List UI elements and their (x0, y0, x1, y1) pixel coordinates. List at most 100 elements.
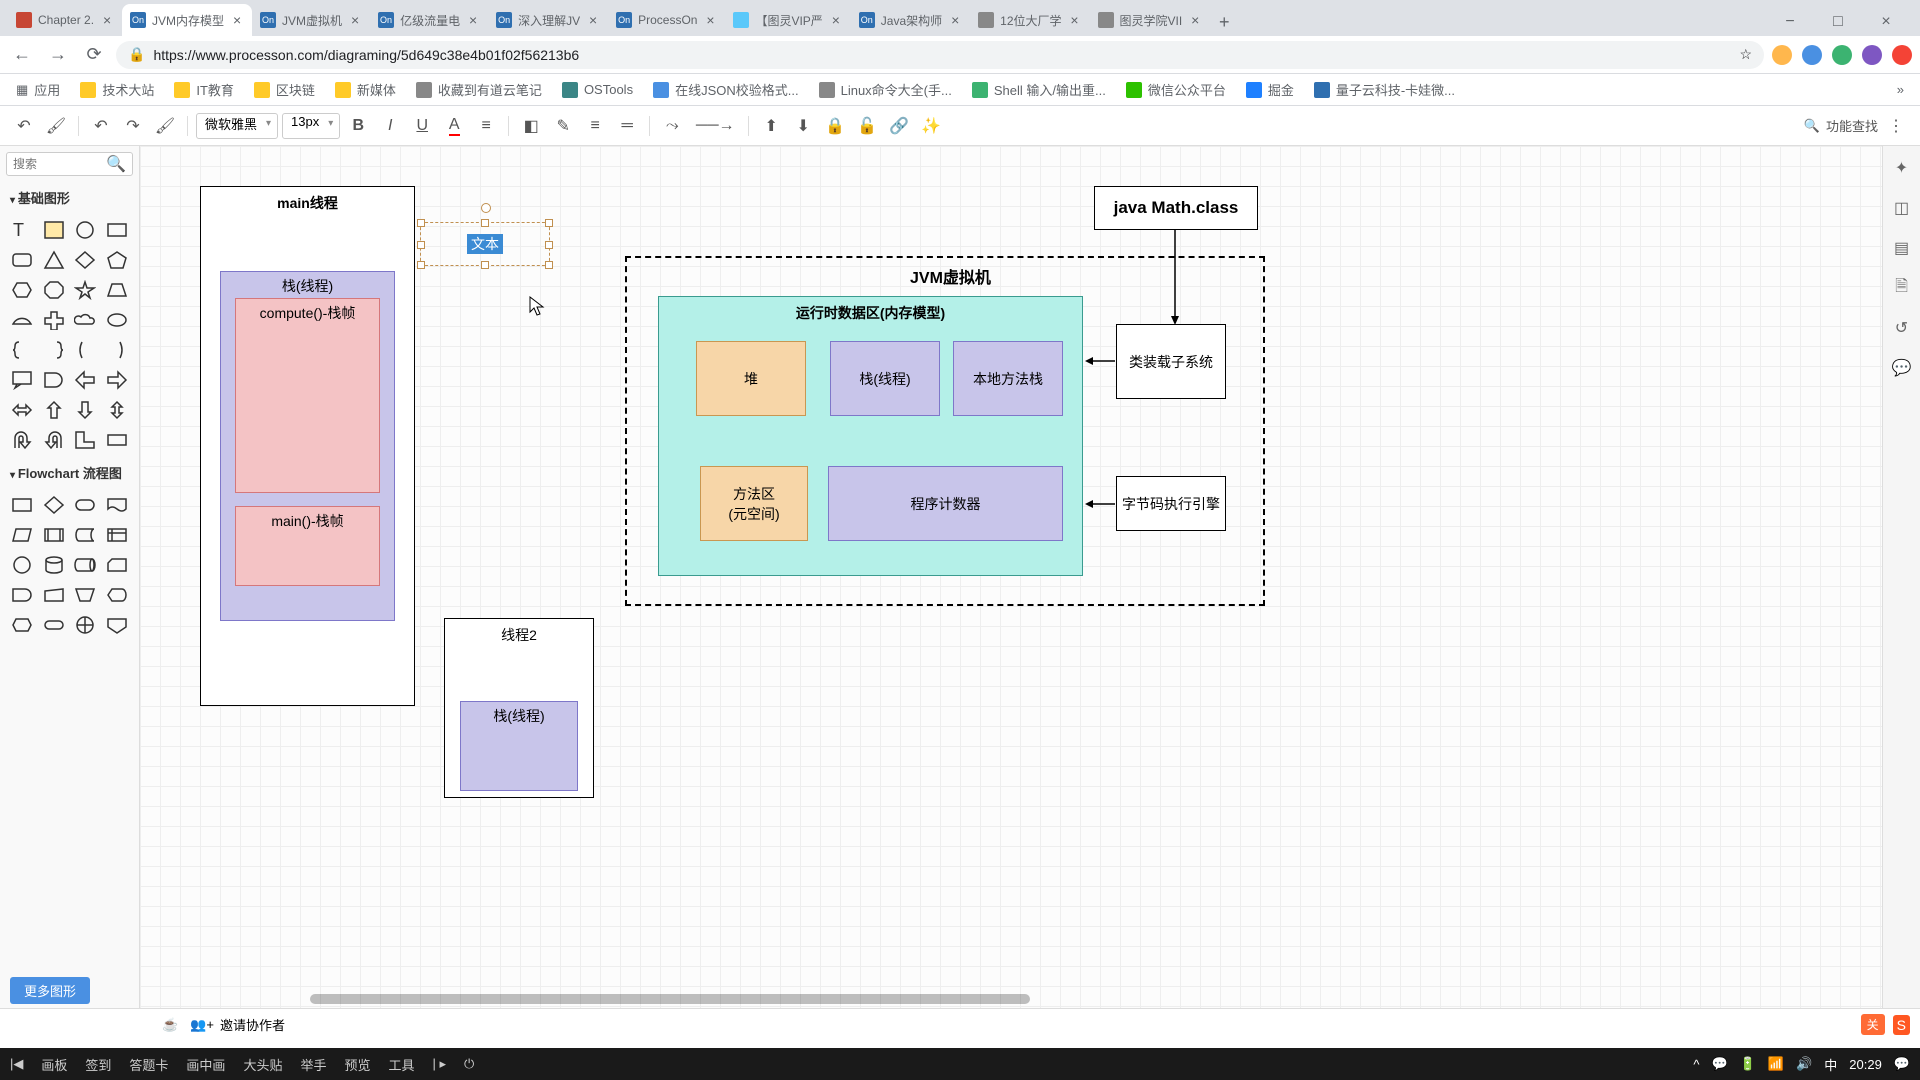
shape-or[interactable] (72, 612, 100, 638)
connector-style-button[interactable]: ⤳ (658, 112, 686, 140)
tray-icon[interactable]: 🔊 (1796, 1056, 1812, 1072)
selection-box[interactable]: 文本 (420, 222, 550, 266)
shape-chord[interactable] (8, 307, 36, 333)
shape-rect[interactable] (103, 427, 131, 453)
page-icon[interactable]: 🗎 (1890, 276, 1914, 300)
bookmark-overflow[interactable]: » (1889, 78, 1912, 101)
shape-uturn[interactable] (8, 427, 36, 453)
close-button[interactable]: × (1872, 8, 1900, 36)
taskbar-item[interactable]: 大头贴 (243, 1055, 282, 1074)
taskbar-item[interactable]: 答题卡 (129, 1055, 168, 1074)
forward-button[interactable]: → (44, 41, 72, 69)
category-flowchart[interactable]: Flowchart 流程图 (0, 457, 139, 488)
shape-corner[interactable] (72, 427, 100, 453)
magic-button[interactable]: ✨ (917, 112, 945, 140)
shape-octagon[interactable] (40, 277, 68, 303)
taskbar-prev[interactable]: |◀ (10, 1056, 23, 1072)
star-icon[interactable]: ☆ (1739, 46, 1752, 63)
extension-icon[interactable] (1802, 45, 1822, 65)
bookmark-link[interactable]: 在线JSON校验格式... (645, 76, 807, 103)
close-icon[interactable]: × (466, 13, 480, 27)
bookmark-link[interactable]: 收藏到有道云笔记 (408, 76, 550, 103)
shape-delay[interactable] (8, 582, 36, 608)
shape-brace[interactable] (8, 337, 36, 363)
taskbar-item[interactable]: 工具 (388, 1055, 414, 1074)
resize-handle[interactable] (481, 261, 489, 269)
shape-arrow-up[interactable] (40, 397, 68, 423)
shape-star[interactable] (72, 277, 100, 303)
shape-bracket[interactable] (103, 337, 131, 363)
shape-note[interactable] (40, 217, 68, 243)
diagram-box[interactable]: 栈(线程) (460, 701, 578, 791)
browser-tab[interactable]: Chapter 2.× (8, 4, 122, 36)
browser-tab[interactable]: 12位大厂学× (970, 4, 1089, 36)
rotate-handle[interactable] (481, 203, 491, 213)
diagram-box[interactable]: main()-栈帧 (235, 506, 380, 586)
shape-arrow-left[interactable] (72, 367, 100, 393)
taskbar-item[interactable]: 签到 (85, 1055, 111, 1074)
format-painter-button[interactable]: 🖌 (151, 112, 179, 140)
shape-preparation[interactable] (8, 612, 36, 638)
unlock-button[interactable]: 🔓 (853, 112, 881, 140)
fill-color-button[interactable]: ◧ (517, 112, 545, 140)
text-color-button[interactable]: A (440, 112, 468, 140)
shape-hexagon[interactable] (8, 277, 36, 303)
shape-pentagon[interactable] (103, 247, 131, 273)
diagram-box[interactable]: 方法区 (元空间) (700, 466, 808, 541)
extension-icon[interactable] (1772, 45, 1792, 65)
navigator-icon[interactable]: ✦ (1890, 156, 1914, 180)
resize-handle[interactable] (417, 219, 425, 227)
history-icon[interactable]: ↺ (1890, 316, 1914, 340)
close-icon[interactable]: × (586, 13, 600, 27)
shape-rounded[interactable] (8, 247, 36, 273)
outline-icon[interactable]: ◫ (1890, 196, 1914, 220)
category-basic[interactable]: 基础图形 (0, 182, 139, 213)
shape-terminator[interactable] (40, 612, 68, 638)
close-icon[interactable]: × (1068, 13, 1082, 27)
arrow-style-button[interactable]: ──→ (690, 112, 740, 140)
clock[interactable]: 20:29 (1849, 1057, 1882, 1072)
close-icon[interactable]: × (948, 13, 962, 27)
shape-data[interactable] (8, 522, 36, 548)
tray-icon[interactable]: ^ (1693, 1057, 1699, 1072)
shape-search[interactable]: 🔍 (6, 152, 133, 176)
feature-search-button[interactable]: 🔍功能查找 (1804, 116, 1878, 135)
bookmark-link[interactable]: Shell 输入/输出重... (964, 76, 1114, 103)
bookmark-folder[interactable]: IT教育 (166, 76, 242, 103)
shape-display[interactable] (103, 582, 131, 608)
extension-icon[interactable] (1892, 45, 1912, 65)
back-button[interactable]: ← (8, 41, 36, 69)
browser-tab[interactable]: On亿级流量电× (370, 4, 488, 36)
shape-plus[interactable] (40, 307, 68, 333)
resize-handle[interactable] (545, 241, 553, 249)
diagram-box[interactable]: 类装载子系统 (1116, 324, 1226, 399)
undo-button[interactable]: ↶ (10, 112, 38, 140)
diagram-box[interactable]: java Math.class (1094, 186, 1258, 230)
shape-arrow-lr[interactable] (8, 397, 36, 423)
browser-tab[interactable]: On深入理解JV× (488, 4, 608, 36)
taskbar-item[interactable]: 预览 (344, 1055, 370, 1074)
shape-direct[interactable] (72, 552, 100, 578)
bookmark-link[interactable]: 微信公众平台 (1118, 76, 1234, 103)
menu-button[interactable]: ⋮ (1882, 112, 1910, 140)
shape-manual[interactable] (40, 582, 68, 608)
bring-front-button[interactable]: ⬆ (757, 112, 785, 140)
tray-icon[interactable]: 🔋 (1740, 1056, 1756, 1072)
close-icon[interactable]: × (1188, 13, 1202, 27)
tray-icon[interactable]: 💬 (1712, 1056, 1728, 1072)
scrollbar-thumb[interactable] (310, 994, 1030, 1004)
shape-rect[interactable] (103, 217, 131, 243)
resize-handle[interactable] (417, 241, 425, 249)
diagram-box[interactable]: 本地方法栈 (953, 341, 1063, 416)
canvas[interactable]: main线程 栈(线程) compute()-栈帧 main()-栈帧 文本 线… (140, 146, 1882, 1008)
bold-button[interactable]: B (344, 112, 372, 140)
ime-icon[interactable]: S (1893, 1015, 1910, 1035)
align-button[interactable]: ≡ (472, 112, 500, 140)
bookmark-folder[interactable]: 区块链 (246, 76, 323, 103)
shape-manual-op[interactable] (72, 582, 100, 608)
shape-arrow-ud[interactable] (103, 397, 131, 423)
ime-indicator[interactable]: 中 (1824, 1055, 1837, 1074)
url-field[interactable]: 🔒 https://www.processon.com/diagraming/5… (116, 41, 1764, 69)
shape-bracket[interactable] (72, 337, 100, 363)
link-button[interactable]: 🔗 (885, 112, 913, 140)
